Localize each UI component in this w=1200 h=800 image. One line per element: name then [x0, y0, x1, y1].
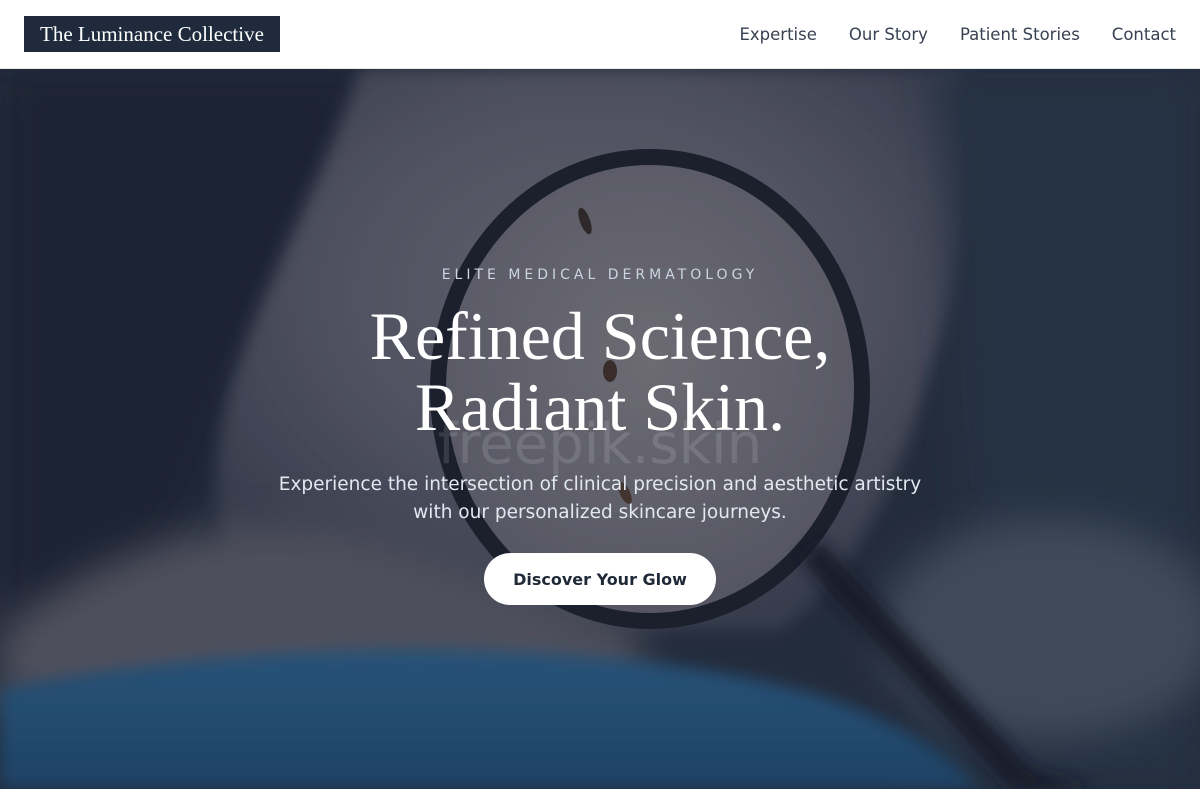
hero-content: ELITE MEDICAL DERMATOLOGY Refined Scienc… — [0, 69, 1200, 789]
nav-link-contact[interactable]: Contact — [1112, 25, 1176, 44]
hero-section: freepik.skin ELITE MEDICAL DERMATOLOGY R… — [0, 69, 1200, 789]
page-bottom-edge — [0, 789, 1200, 800]
logo-text: The Luminance Collective — [40, 21, 264, 46]
nav-link-patient-stories[interactable]: Patient Stories — [960, 25, 1080, 44]
site-header: The Luminance Collective Expertise Our S… — [0, 0, 1200, 69]
site-logo[interactable]: The Luminance Collective — [24, 16, 280, 52]
hero-subtext: Experience the intersection of clinical … — [278, 474, 922, 523]
hero-headline-line-2: Radiant Skin. — [414, 369, 786, 445]
hero-headline: Refined Science, Radiant Skin. — [0, 301, 1200, 443]
nav-link-our-story[interactable]: Our Story — [849, 25, 928, 44]
nav-link-expertise[interactable]: Expertise — [739, 25, 816, 44]
main-nav: Expertise Our Story Patient Stories Cont… — [707, 25, 1176, 44]
hero-eyebrow: ELITE MEDICAL DERMATOLOGY — [441, 267, 759, 283]
hero-headline-line-1: Refined Science, — [369, 298, 831, 374]
discover-your-glow-button[interactable]: Discover Your Glow — [484, 553, 716, 605]
